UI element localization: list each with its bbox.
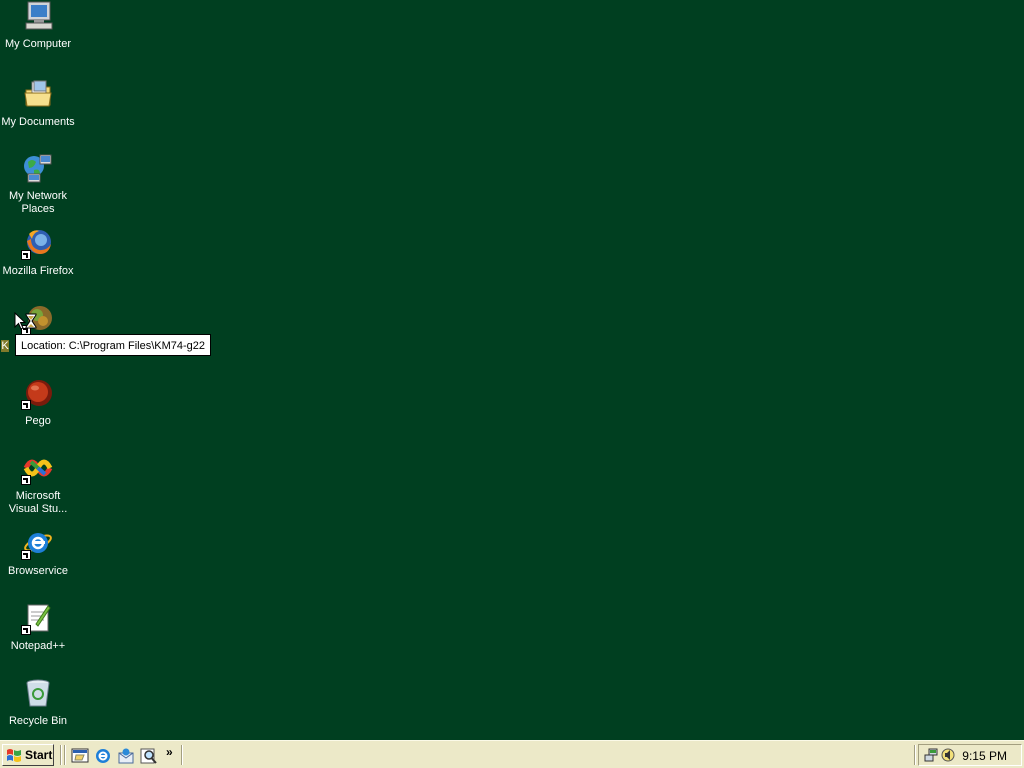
desktop-icon-my-computer[interactable]: My Computer bbox=[0, 0, 76, 70]
volume-icon[interactable] bbox=[940, 747, 956, 766]
internet-explorer-icon bbox=[21, 527, 54, 560]
desktop-icon-pego[interactable]: Pego bbox=[0, 377, 76, 447]
taskbar-separator bbox=[64, 745, 66, 765]
shortcut-arrow-icon bbox=[21, 475, 31, 485]
desktop-icon-label: Notepad++ bbox=[10, 640, 66, 652]
desktop-icon-label: My Documents bbox=[1, 116, 75, 128]
network-places-icon bbox=[22, 152, 54, 184]
desktop-icon-my-documents[interactable]: My Documents bbox=[0, 78, 76, 148]
windows-logo-icon bbox=[6, 748, 22, 762]
desktop-icon-label: My Network Places bbox=[8, 190, 68, 215]
outlook-express-icon[interactable] bbox=[117, 747, 135, 765]
my-documents-icon bbox=[22, 78, 54, 110]
start-button[interactable]: Start bbox=[2, 744, 54, 766]
taskbar-separator bbox=[914, 745, 916, 765]
clock[interactable]: 9:15 PM bbox=[962, 749, 1007, 763]
desktop-icon-browservice[interactable]: Browservice bbox=[0, 527, 76, 597]
desktop[interactable]: My Computer My Documents My Network Plac… bbox=[0, 0, 1024, 740]
taskbar-separator bbox=[181, 745, 183, 765]
notepadpp-icon bbox=[21, 602, 54, 635]
show-desktop-icon[interactable] bbox=[71, 747, 89, 765]
desktop-icon-label: Microsoft Visual Stu... bbox=[8, 490, 68, 515]
shortcut-arrow-icon bbox=[21, 250, 31, 260]
shortcut-arrow-icon bbox=[21, 625, 31, 635]
mouse-cursor-icon bbox=[14, 311, 38, 335]
desktop-icon-network-places[interactable]: My Network Places bbox=[0, 152, 76, 222]
taskbar-separator bbox=[60, 745, 62, 765]
start-label: Start bbox=[25, 748, 53, 762]
firefox-icon bbox=[21, 227, 54, 260]
quick-launch-chevron[interactable]: » bbox=[166, 745, 173, 759]
pego-icon bbox=[21, 377, 54, 410]
network-icon[interactable] bbox=[923, 747, 939, 766]
desktop-icon-visual-studio[interactable]: Microsoft Visual Stu... bbox=[0, 452, 76, 522]
desktop-icon-label: My Computer bbox=[4, 38, 72, 50]
system-tray: 9:15 PM bbox=[918, 744, 1022, 766]
search-icon[interactable] bbox=[140, 747, 158, 765]
desktop-icon-label: K bbox=[1, 340, 9, 352]
desktop-icon-label: Recycle Bin bbox=[8, 715, 68, 727]
desktop-icon-firefox[interactable]: Mozilla Firefox bbox=[0, 227, 76, 297]
desktop-icon-notepadpp[interactable]: Notepad++ bbox=[0, 602, 76, 672]
desktop-icon-label: Mozilla Firefox bbox=[2, 265, 74, 277]
desktop-icon-label: Pego bbox=[25, 415, 51, 427]
internet-explorer-icon[interactable] bbox=[94, 747, 112, 765]
visual-studio-icon bbox=[21, 452, 54, 485]
my-computer-icon bbox=[22, 0, 54, 32]
shortcut-arrow-icon bbox=[21, 400, 31, 410]
desktop-icon-recycle-bin[interactable]: Recycle Bin bbox=[0, 677, 76, 747]
desktop-icon-label: Browservice bbox=[8, 565, 68, 577]
tooltip: Location: C:\Program Files\KM74-g22 bbox=[15, 334, 212, 356]
recycle-bin-icon bbox=[22, 677, 54, 709]
taskbar: Start » 9:15 PM bbox=[0, 740, 1024, 768]
shortcut-arrow-icon bbox=[21, 550, 31, 560]
